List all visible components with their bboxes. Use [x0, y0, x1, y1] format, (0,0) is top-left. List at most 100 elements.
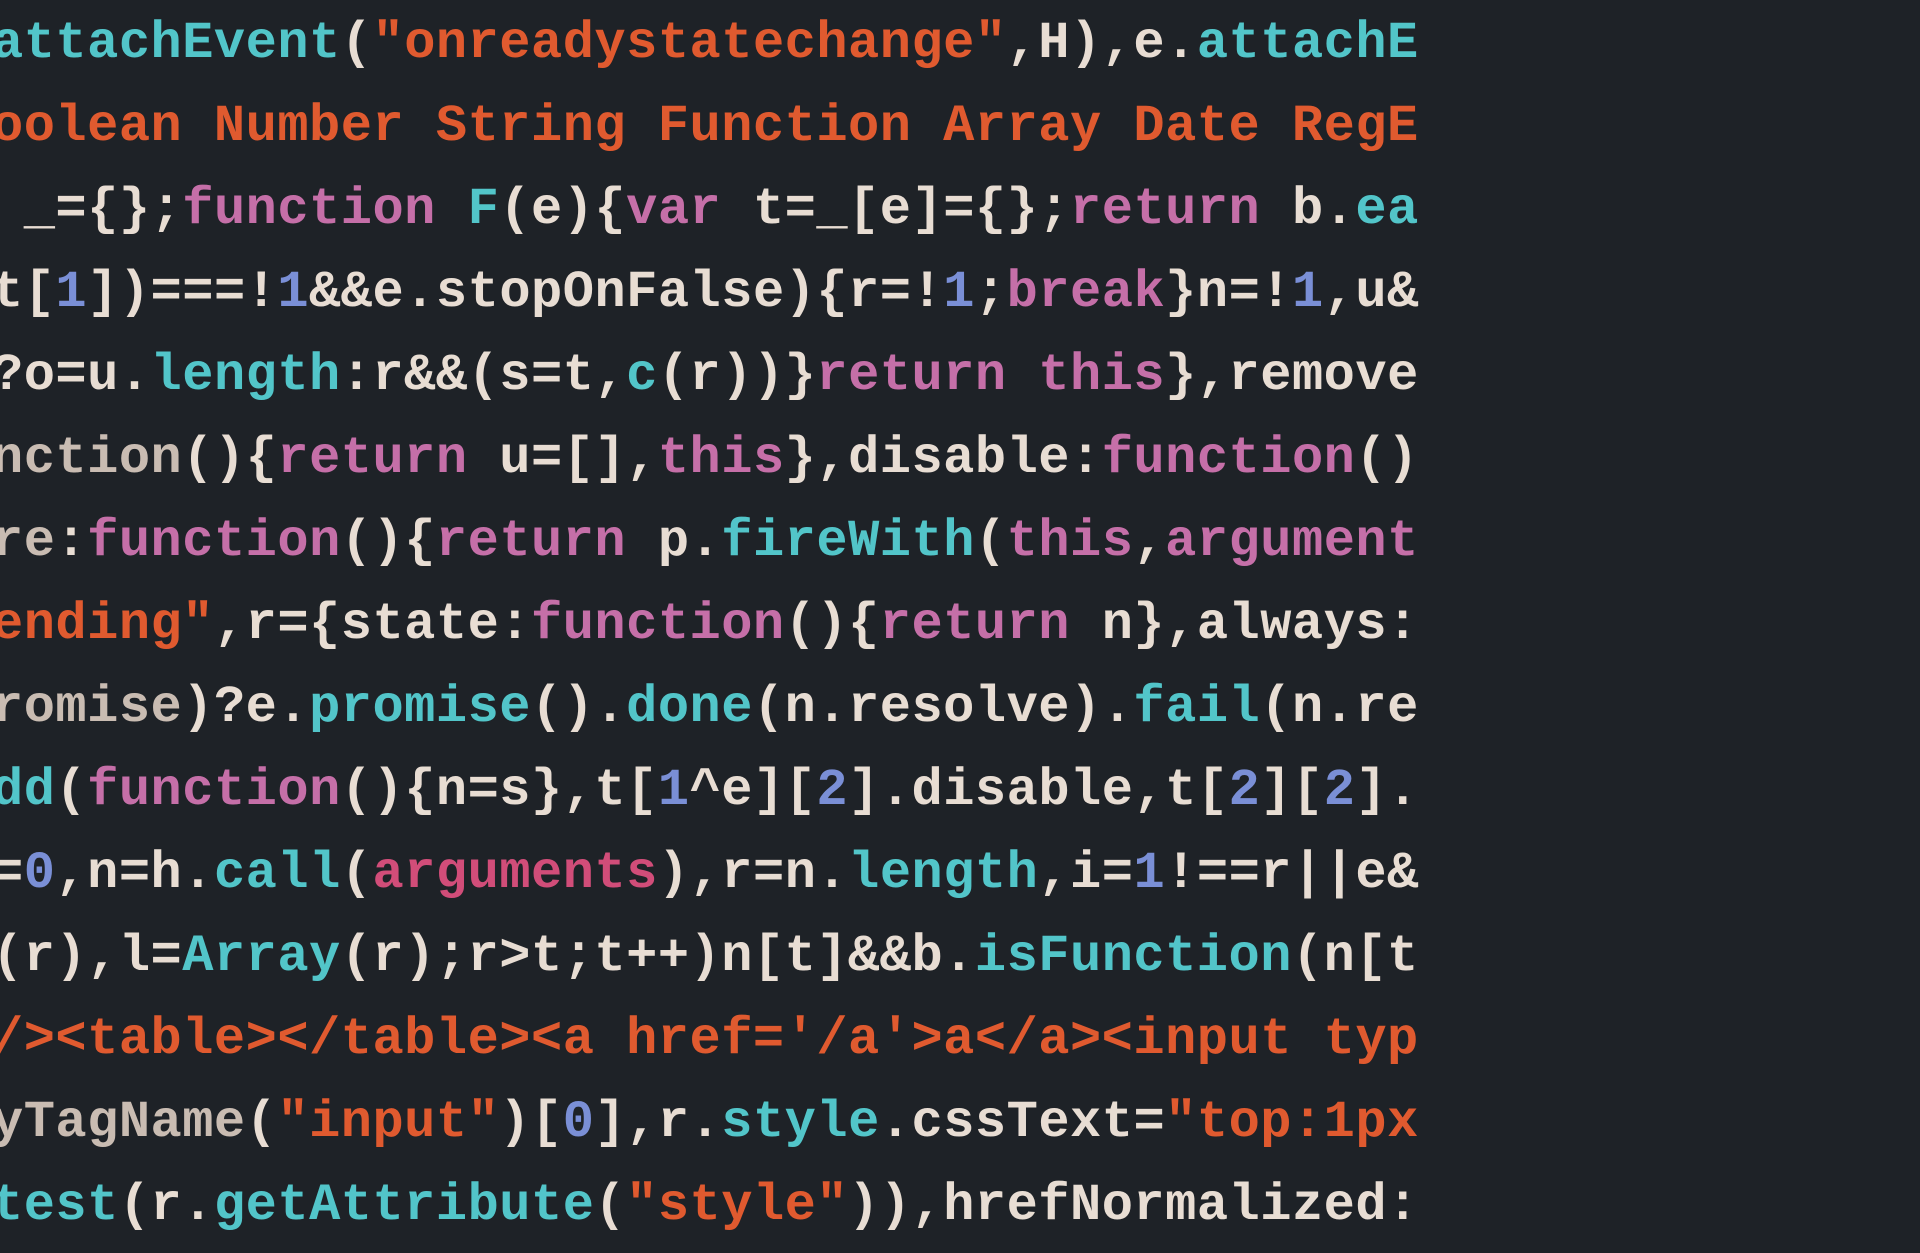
- code-token: (n.re: [1260, 678, 1419, 737]
- code-token: b.: [1260, 180, 1355, 239]
- code-line: t[1])===!1&&e.stopOnFalse){r=!1;break}n=…: [0, 251, 1920, 334]
- code-token: romise: [0, 678, 182, 737]
- code-token: 2: [816, 761, 848, 820]
- code-line: test(r.getAttribute("style")),hrefNormal…: [0, 1164, 1920, 1247]
- code-token: [436, 180, 468, 239]
- code-token: return: [1070, 180, 1260, 239]
- code-token: isFunction: [975, 927, 1292, 986]
- code-token: "top:1px: [1165, 1093, 1419, 1152]
- code-token: 0: [563, 1093, 595, 1152]
- code-token: fail: [1133, 678, 1260, 737]
- code-token: function: [1102, 429, 1356, 488]
- code-token: F: [468, 180, 500, 239]
- code-token: ,: [1133, 512, 1165, 571]
- code-token: (n[t: [1292, 927, 1419, 986]
- code-line: attachEvent("onreadystatechange",H),e.at…: [0, 2, 1920, 85]
- code-token: ][: [1260, 761, 1323, 820]
- code-line: romise)?e.promise().done(n.resolve).fail…: [0, 666, 1920, 749]
- code-token: ),r=n.: [658, 844, 848, 903]
- code-token: (n.resolve).: [753, 678, 1133, 737]
- code-token: "onreadystatechange": [372, 14, 1006, 73]
- code-token: (r.: [119, 1176, 214, 1235]
- code-token: (: [594, 1176, 626, 1235]
- code-token: (: [341, 844, 373, 903]
- code-token: done: [626, 678, 753, 737]
- code-token: length: [151, 346, 341, 405]
- code-token: ;: [975, 263, 1007, 322]
- code-token: :r&&(s=t,: [341, 346, 626, 405]
- code-token: ().: [531, 678, 626, 737]
- code-token: 1: [943, 263, 975, 322]
- code-token: t[: [0, 263, 55, 322]
- code-token: )?e.: [182, 678, 309, 737]
- code-line: nction(){return u=[],this},disable:funct…: [0, 417, 1920, 500]
- code-token: promise: [309, 678, 531, 737]
- code-token: "style": [626, 1176, 848, 1235]
- code-token: _={};: [0, 180, 182, 239]
- code-token: nction: [0, 429, 182, 488]
- code-token: function: [531, 595, 785, 654]
- code-token: return: [436, 512, 626, 571]
- code-token: return this: [816, 346, 1165, 405]
- code-token: )),hrefNormalized:: [848, 1176, 1419, 1235]
- code-token: arguments: [373, 844, 658, 903]
- code-token: (): [1355, 429, 1418, 488]
- code-token: break: [1007, 263, 1166, 322]
- code-editor-viewport: attachEvent("onreadystatechange",H),e.at…: [0, 0, 1920, 1247]
- code-token: ].disable,t[: [848, 761, 1228, 820]
- code-token: (){: [785, 595, 880, 654]
- code-token: (){: [182, 429, 277, 488]
- code-token: attachEvent: [0, 14, 341, 73]
- code-token: (e){: [499, 180, 626, 239]
- code-token: ],r.: [594, 1093, 721, 1152]
- code-token: (: [55, 761, 87, 820]
- code-line: re:function(){return p.fireWith(this,arg…: [0, 500, 1920, 583]
- code-token: }n=!: [1165, 263, 1292, 322]
- code-token: u=[],: [468, 429, 658, 488]
- code-token: (: [246, 1093, 278, 1152]
- code-line: ending",r={state:function(){return n},al…: [0, 583, 1920, 666]
- code-token: :: [55, 512, 87, 571]
- code-token: ,i=: [1038, 844, 1133, 903]
- code-token: ending": [0, 595, 214, 654]
- code-token: 0: [24, 844, 56, 903]
- code-token: this: [658, 429, 785, 488]
- code-line: oolean Number String Function Array Date…: [0, 85, 1920, 168]
- code-line: ?o=u.length:r&&(s=t,c(r))}return this},r…: [0, 334, 1920, 417]
- code-token: function: [87, 761, 341, 820]
- code-token: c: [626, 346, 658, 405]
- code-line: _={};function F(e){var t=_[e]={};return …: [0, 168, 1920, 251]
- code-token: (){: [341, 512, 436, 571]
- code-token: var: [626, 180, 721, 239]
- code-token: )[: [499, 1093, 562, 1152]
- code-token: return: [880, 595, 1070, 654]
- code-token: fireWith: [721, 512, 975, 571]
- code-token: (r);r>t;t++)n[t]&&b.: [341, 927, 975, 986]
- code-line: /><table></table><a href='/a'>a</a><inpu…: [0, 998, 1920, 1081]
- code-token: this: [1007, 512, 1134, 571]
- code-token: p.: [626, 512, 721, 571]
- code-token: 1: [55, 263, 87, 322]
- code-token: "input": [277, 1093, 499, 1152]
- code-token: oolean Number String Function Array Date…: [0, 97, 1419, 156]
- code-token: n},always:: [1070, 595, 1419, 654]
- code-line: (r),l=Array(r);r>t;t++)n[t]&&b.isFunctio…: [0, 915, 1920, 998]
- code-line: dd(function(){n=s},t[1^e][2].disable,t[2…: [0, 749, 1920, 832]
- code-token: re: [0, 512, 55, 571]
- code-token: function: [182, 180, 436, 239]
- code-token: 1: [1292, 263, 1324, 322]
- code-token: /><table></table><a href='/a'>a</a><inpu…: [0, 1010, 1419, 1069]
- code-token: Array: [182, 927, 341, 986]
- code-token: style: [721, 1093, 880, 1152]
- code-token: yTagName: [0, 1093, 246, 1152]
- code-token: &&e.stopOnFalse){r=!: [309, 263, 943, 322]
- code-token: 1: [1133, 844, 1165, 903]
- code-token: test: [0, 1176, 119, 1235]
- code-token: length: [848, 844, 1038, 903]
- code-token: call: [214, 844, 341, 903]
- code-token: !==r||e&: [1165, 844, 1419, 903]
- code-token: ,u&: [1324, 263, 1419, 322]
- code-token: },disable:: [785, 429, 1102, 488]
- code-token: ,H),e.: [1007, 14, 1197, 73]
- code-token: argument: [1165, 512, 1419, 571]
